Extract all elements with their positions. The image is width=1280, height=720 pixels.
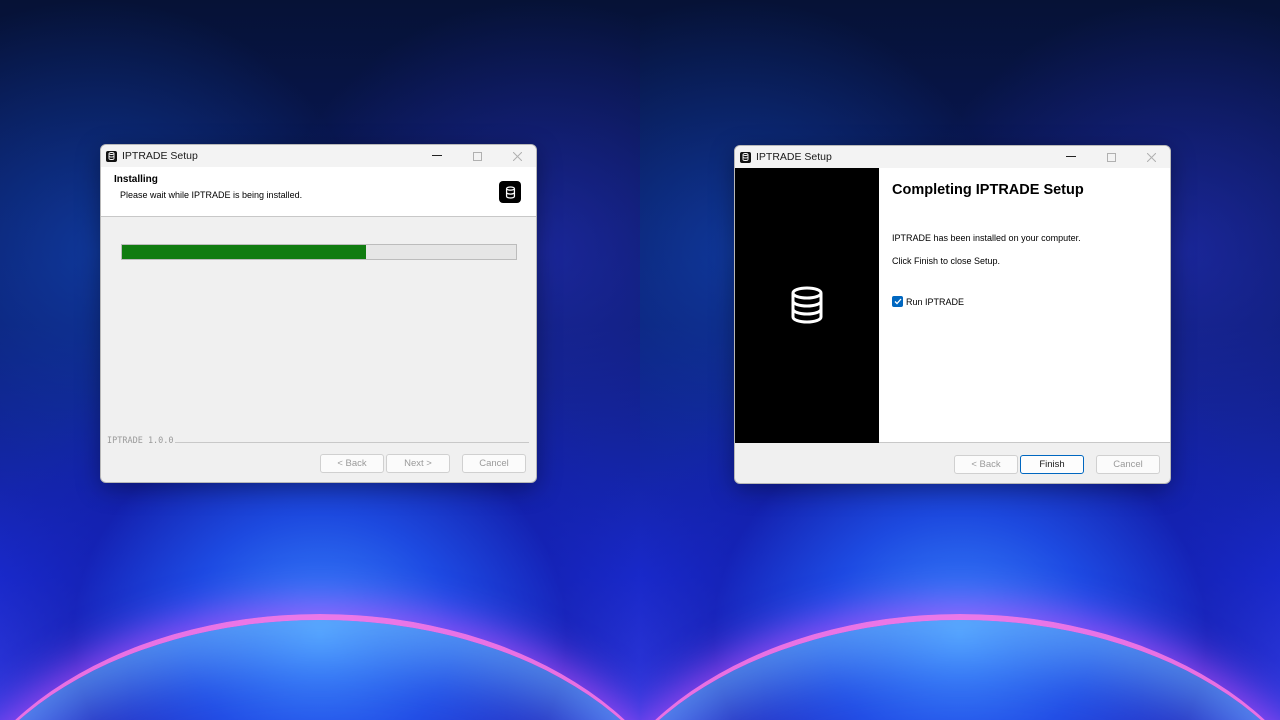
progress-fill xyxy=(122,245,367,259)
back-button[interactable]: < Back xyxy=(954,455,1018,474)
version-label: IPTRADE 1.0.0 xyxy=(107,436,178,446)
titlebar: IPTRADE Setup xyxy=(735,146,1170,168)
minimize-icon[interactable] xyxy=(417,145,457,167)
maximize-icon[interactable] xyxy=(1091,146,1131,168)
maximize-icon[interactable] xyxy=(457,145,497,167)
installer-window-installing: IPTRADE Setup Installing Please wait whi… xyxy=(100,144,537,483)
page-header: Installing Please wait while IPTRADE is … xyxy=(101,167,536,217)
database-icon xyxy=(106,150,117,162)
checkmark-icon[interactable] xyxy=(892,296,903,307)
header-subtitle: Please wait while IPTRADE is being insta… xyxy=(120,190,303,200)
database-icon xyxy=(790,286,824,329)
cancel-button[interactable]: Cancel xyxy=(1096,455,1160,474)
header-title: Installing xyxy=(114,174,158,185)
window-title: IPTRADE Setup xyxy=(756,151,832,163)
installer-window-complete: IPTRADE Setup Completing IPTRADE Setup I… xyxy=(734,145,1171,484)
sidebar-banner xyxy=(735,168,879,443)
window-title: IPTRADE Setup xyxy=(122,150,198,162)
finish-instruction: Click Finish to close Setup. xyxy=(892,256,1001,266)
database-icon xyxy=(499,181,521,203)
checkbox-label: Run IPTRADE xyxy=(906,296,965,307)
close-icon[interactable] xyxy=(1131,146,1170,168)
progress-bar xyxy=(121,244,517,260)
next-button[interactable]: Next > xyxy=(386,454,450,473)
titlebar: IPTRADE Setup xyxy=(101,145,536,167)
run-app-checkbox[interactable]: Run IPTRADE xyxy=(892,296,964,307)
minimize-icon[interactable] xyxy=(1051,146,1091,168)
content-panel: Completing IPTRADE Setup IPTRADE has bee… xyxy=(879,168,1170,443)
database-icon xyxy=(740,151,751,163)
finish-button[interactable]: Finish xyxy=(1020,455,1084,474)
page-title: Completing IPTRADE Setup xyxy=(892,182,1084,198)
close-icon[interactable] xyxy=(497,145,536,167)
divider xyxy=(175,442,529,443)
back-button[interactable]: < Back xyxy=(320,454,384,473)
cancel-button[interactable]: Cancel xyxy=(462,454,526,473)
install-message: IPTRADE has been installed on your compu… xyxy=(892,233,1081,243)
